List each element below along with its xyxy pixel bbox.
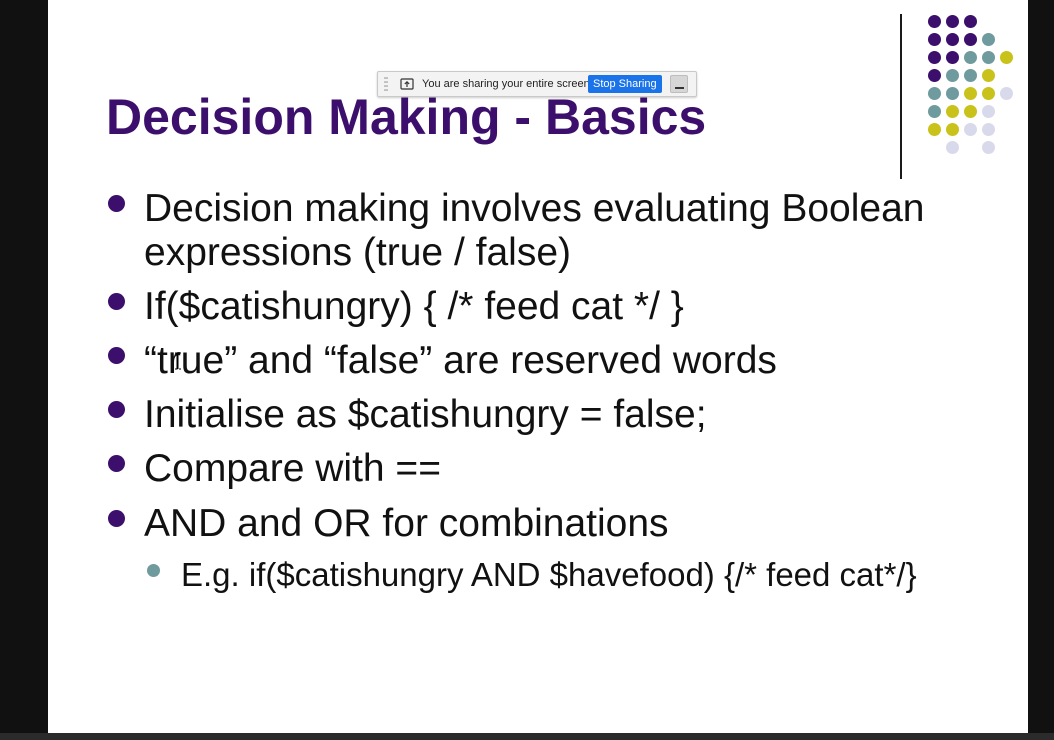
decorative-dot	[928, 33, 941, 46]
decorative-dot	[1000, 51, 1013, 64]
bullet-marker	[108, 293, 125, 310]
decorative-dot	[964, 105, 977, 118]
decorative-dot	[982, 141, 995, 154]
decorative-divider	[900, 14, 902, 179]
decorative-dot	[946, 33, 959, 46]
decorative-dot	[946, 69, 959, 82]
sub-bullet-text: E.g. if($catishungry AND $havefood) {/* …	[181, 556, 917, 593]
bullet-text: Compare with ==	[144, 447, 441, 490]
bullet-item: Decision making involves evaluating Bool…	[108, 187, 974, 275]
bullet-text: Decision making involves evaluating Bool…	[144, 187, 925, 274]
stop-sharing-button[interactable]: Stop Sharing	[588, 75, 662, 93]
sub-bullet-marker	[147, 564, 160, 577]
share-message: You are sharing your entire screen.	[422, 78, 593, 90]
bullet-marker	[108, 195, 125, 212]
screen-share-icon	[400, 78, 414, 90]
decorative-dot	[928, 123, 941, 136]
decorative-dot	[964, 33, 977, 46]
decorative-dot	[946, 87, 959, 100]
minimize-icon	[675, 87, 684, 89]
decorative-dot	[982, 105, 995, 118]
decorative-dot	[946, 105, 959, 118]
decorative-dot	[928, 87, 941, 100]
minimize-button[interactable]	[670, 75, 688, 93]
decorative-dot	[928, 69, 941, 82]
decorative-dot	[982, 69, 995, 82]
decorative-dot	[928, 15, 941, 28]
bullet-text: “true” and “false” are reserved words	[144, 339, 777, 382]
bullet-marker	[108, 455, 125, 472]
bullet-item: AND and OR for combinations	[108, 502, 974, 546]
decorative-dot	[964, 87, 977, 100]
screen-share-bar: You are sharing your entire screen. Stop…	[377, 71, 697, 97]
bottom-bar	[0, 733, 1054, 740]
decorative-dot	[982, 51, 995, 64]
bullet-text: AND and OR for combinations	[144, 502, 669, 545]
slide: Decision Making - Basics Decision making…	[48, 0, 1028, 733]
text-cursor-icon	[175, 352, 181, 370]
decorative-dot	[982, 33, 995, 46]
sub-bullet-item: E.g. if($catishungry AND $havefood) {/* …	[147, 556, 921, 594]
bullet-marker	[108, 510, 125, 527]
decorative-dot	[946, 141, 959, 154]
decorative-dot	[964, 15, 977, 28]
bullet-item: “true” and “false” are reserved words	[108, 339, 974, 383]
bullet-marker	[108, 347, 125, 364]
bullet-marker	[108, 401, 125, 418]
drag-grip-icon[interactable]	[384, 76, 388, 92]
decorative-dot	[964, 123, 977, 136]
decorative-dot	[946, 15, 959, 28]
bullet-text: Initialise as $catishungry = false;	[144, 393, 707, 436]
decorative-dot	[982, 87, 995, 100]
decorative-dot	[964, 51, 977, 64]
decorative-dot	[928, 51, 941, 64]
decorative-dot	[1000, 87, 1013, 100]
bullet-text: If($catishungry) { /* feed cat */ }	[144, 285, 684, 328]
bullet-item: If($catishungry) { /* feed cat */ }	[108, 285, 974, 329]
decorative-dot	[946, 123, 959, 136]
decorative-dot	[946, 51, 959, 64]
bullet-item: Compare with ==	[108, 447, 974, 491]
bullet-item: Initialise as $catishungry = false;	[108, 393, 974, 437]
decorative-dot	[964, 69, 977, 82]
decorative-dot	[982, 123, 995, 136]
decorative-dot	[928, 105, 941, 118]
